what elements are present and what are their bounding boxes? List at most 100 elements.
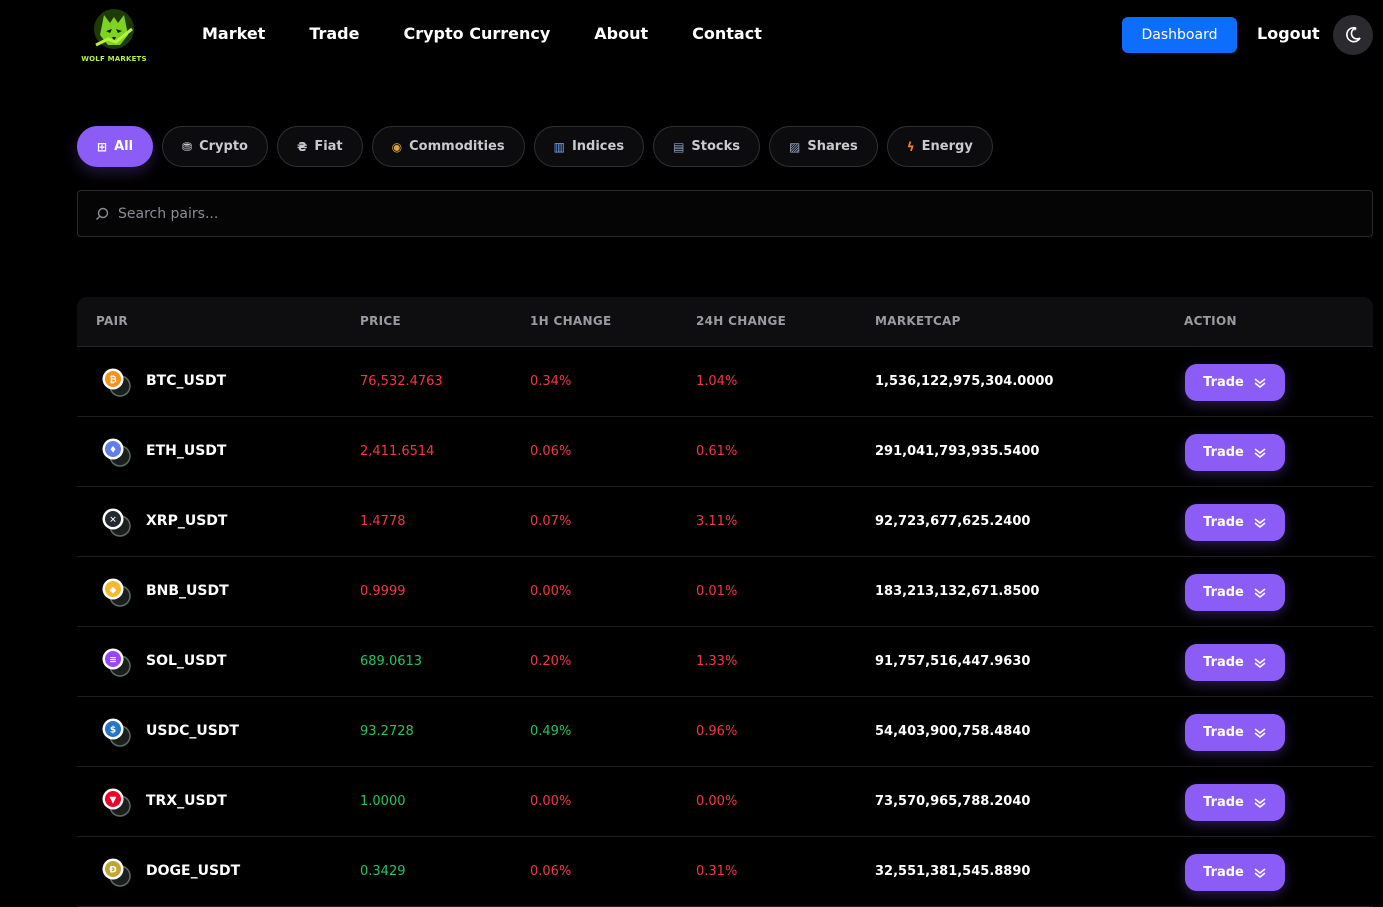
col-header-24h-change: 24H CHANGE [696, 314, 787, 328]
solana-icon: ≡ [102, 648, 131, 677]
trade-button[interactable]: Trade [1185, 784, 1285, 821]
table-row: $ USDC_USDT 93.2728 0.49% 0.96% 54,403,900,75… [77, 697, 1373, 767]
change-1h: 0.00% [530, 794, 572, 809]
grid-icon: ⊞ [97, 139, 108, 154]
tab-label: Energy [921, 139, 973, 154]
change-1h: 0.20% [530, 654, 572, 669]
top-header: WOLF MARKETS Market Trade Crypto Currency A… [0, 0, 1383, 72]
pair-name: ETH_USDT [146, 443, 227, 459]
lightning-icon: ϟ [906, 139, 915, 154]
trade-button-label: Trade [1203, 515, 1244, 530]
trade-button[interactable]: Trade [1185, 504, 1285, 541]
svg-text:▼: ▼ [110, 796, 117, 806]
change-1h: 0.49% [530, 724, 572, 739]
tab-fiat[interactable]: ₴ Fiat [277, 126, 363, 167]
marketcap-value: 54,403,900,758.4840 [875, 724, 1031, 739]
usdc-icon: $ [102, 718, 131, 747]
table-row: ₿ BTC_USDT 76,532.4763 0.34% 1.04% 1,536,122,… [77, 347, 1373, 417]
chevron-down-icon [1254, 657, 1266, 668]
marketcap-value: 73,570,965,788.2040 [875, 794, 1031, 809]
marketcap-value: 1,536,122,975,304.0000 [875, 374, 1054, 389]
svg-text:Ð: Ð [109, 866, 117, 876]
chevron-down-icon [1254, 587, 1266, 598]
trade-button[interactable]: Trade [1185, 574, 1285, 611]
nav-link-about[interactable]: About [594, 24, 648, 43]
table-row: ♦ ETH_USDT 2,411.6514 0.06% 0.61% 291,041,793… [77, 417, 1373, 487]
search-bar [77, 190, 1373, 237]
theme-toggle-button[interactable] [1333, 15, 1373, 55]
price-value: 1.0000 [360, 794, 406, 809]
tron-icon: ▼ [102, 788, 131, 817]
logout-button[interactable]: Logout [1257, 24, 1320, 43]
svg-text:◆: ◆ [110, 586, 117, 596]
nav-link-market[interactable]: Market [202, 24, 265, 43]
trade-button[interactable]: Trade [1185, 644, 1285, 681]
change-24h: 0.61% [696, 444, 738, 459]
brand-name: WOLF MARKETS [81, 55, 147, 63]
trade-button-label: Trade [1203, 795, 1244, 810]
pair-name: XRP_USDT [146, 513, 228, 529]
ethereum-icon: ♦ [102, 438, 131, 467]
change-24h: 1.04% [696, 374, 738, 389]
tab-energy[interactable]: ϟ Energy [886, 126, 993, 167]
coins-icon: ⛃ [182, 139, 193, 154]
nav-link-contact[interactable]: Contact [692, 24, 762, 43]
trade-button-label: Trade [1203, 445, 1244, 460]
money-bag-icon: ◉ [391, 139, 403, 154]
tab-stocks[interactable]: ▤ Stocks [653, 126, 761, 167]
trade-button-label: Trade [1203, 585, 1244, 600]
chevron-down-icon [1254, 517, 1266, 528]
search-icon [96, 207, 109, 220]
trade-button[interactable]: Trade [1185, 364, 1285, 401]
table-body: ₿ BTC_USDT 76,532.4763 0.34% 1.04% 1,536,122,… [77, 347, 1373, 907]
pair-name: DOGE_USDT [146, 863, 241, 879]
search-input[interactable] [118, 205, 718, 222]
marketcap-value: 183,213,132,671.8500 [875, 584, 1040, 599]
change-24h: 3.11% [696, 514, 738, 529]
price-value: 76,532.4763 [360, 374, 443, 389]
tab-commodities[interactable]: ◉ Commodities [371, 126, 525, 167]
trade-button[interactable]: Trade [1185, 714, 1285, 751]
bitcoin-icon: ₿ [102, 368, 131, 397]
tab-crypto[interactable]: ⛃ Crypto [162, 126, 268, 167]
tab-label: Stocks [691, 139, 741, 154]
nav-link-trade[interactable]: Trade [309, 24, 359, 43]
price-value: 2,411.6514 [360, 444, 435, 459]
tab-all[interactable]: ⊞ All [77, 126, 154, 167]
pair-name: BTC_USDT [146, 373, 227, 389]
change-1h: 0.00% [530, 584, 572, 599]
marketcap-value: 32,551,381,545.8890 [875, 864, 1031, 879]
col-header-marketcap: MARKETCAP [875, 314, 961, 328]
tab-label: Shares [807, 139, 858, 154]
marketcap-value: 291,041,793,935.5400 [875, 444, 1040, 459]
trade-button-label: Trade [1203, 725, 1244, 740]
trade-button[interactable]: Trade [1185, 434, 1285, 471]
marketcap-value: 91,757,516,447.9630 [875, 654, 1031, 669]
bnb-icon: ◆ [102, 578, 131, 607]
tab-shares[interactable]: ▨ Shares [769, 126, 878, 167]
col-header-price: PRICE [360, 314, 402, 328]
nav-link-crypto-currency[interactable]: Crypto Currency [403, 24, 550, 43]
trade-button-label: Trade [1203, 655, 1244, 670]
trade-button-label: Trade [1203, 865, 1244, 880]
tab-label: Indices [571, 139, 625, 154]
currency-icon: ₴ [297, 139, 308, 154]
price-value: 1.4778 [360, 514, 406, 529]
price-value: 93.2728 [360, 724, 414, 739]
svg-text:✕: ✕ [109, 516, 117, 526]
market-table: PAIR PRICE 1H CHANGE 24H CHANGE MARKETCA… [77, 297, 1373, 907]
price-value: 0.3429 [360, 864, 406, 879]
change-24h: 0.96% [696, 724, 738, 739]
trade-button[interactable]: Trade [1185, 854, 1285, 891]
col-header-1h-change: 1H CHANGE [530, 314, 612, 328]
table-header: PAIR PRICE 1H CHANGE 24H CHANGE MARKETCA… [77, 297, 1373, 347]
col-header-action: ACTION [1184, 314, 1237, 328]
dashboard-button[interactable]: Dashboard [1122, 17, 1237, 53]
change-24h: 0.00% [696, 794, 738, 809]
tab-indices[interactable]: ▥ Indices [533, 126, 645, 167]
category-tabs: ⊞ All ⛃ Crypto ₴ Fiat ◉ Commodities ▥ Indices ▤ Sto… [77, 126, 1002, 167]
change-1h: 0.07% [530, 514, 572, 529]
moon-icon [1346, 26, 1361, 43]
pair-name: BNB_USDT [146, 583, 229, 599]
brand-logo[interactable]: WOLF MARKETS [78, 5, 150, 65]
